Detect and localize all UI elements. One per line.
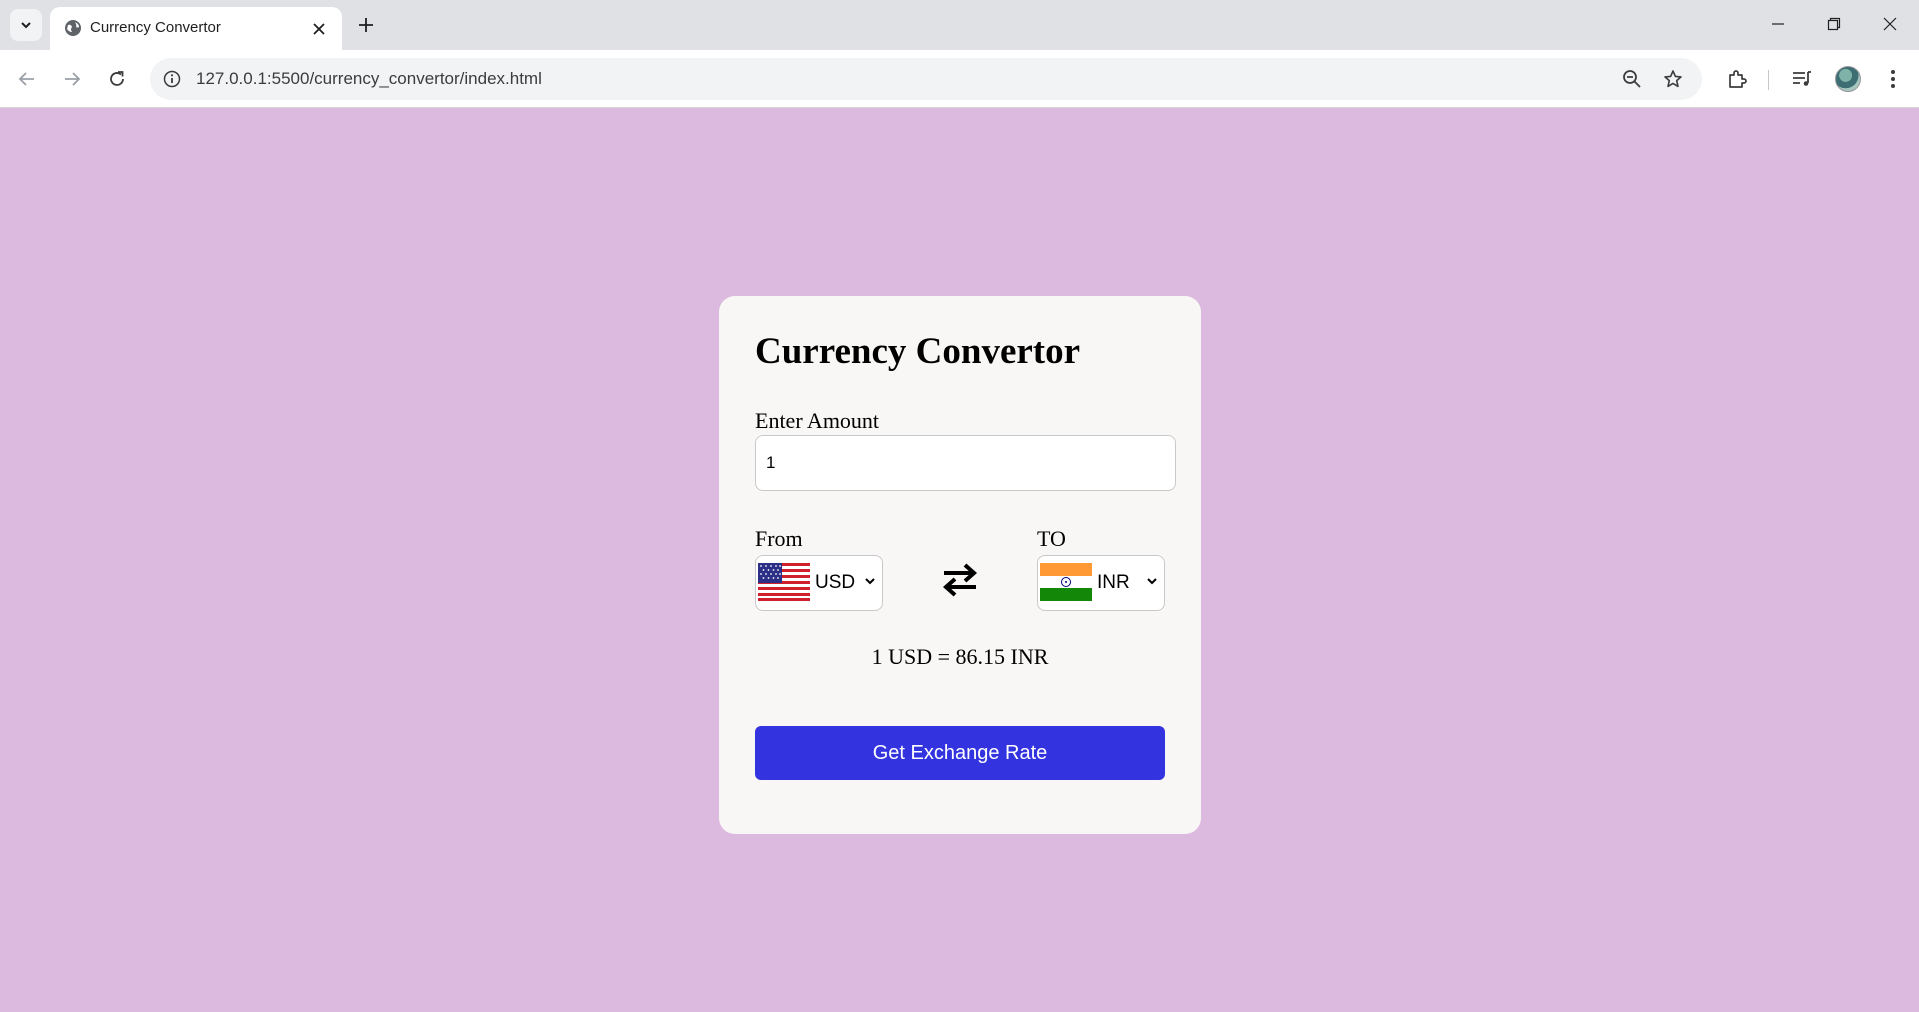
queue-music-icon <box>1793 71 1811 86</box>
media-controls-button[interactable] <box>1788 65 1816 93</box>
chevron-down-icon <box>865 578 875 585</box>
chevron-down-icon <box>1147 578 1157 585</box>
exchange-rate-text: 1 USD = 86.15 INR <box>871 644 1049 669</box>
chevron-down-icon <box>21 22 31 29</box>
bookmark-button[interactable] <box>1661 67 1685 91</box>
to-currency-value: INR <box>1097 572 1130 593</box>
reload-button[interactable] <box>100 62 134 96</box>
from-label: From <box>755 526 803 551</box>
india-flag-icon <box>1040 563 1092 601</box>
arrow-left-icon <box>18 72 34 86</box>
extensions-button[interactable] <box>1723 65 1751 93</box>
info-icon <box>163 70 181 88</box>
more-vertical-icon <box>1891 70 1895 88</box>
forward-button[interactable] <box>55 62 89 96</box>
amount-input[interactable] <box>755 435 1176 491</box>
close-icon <box>313 23 325 35</box>
avatar[interactable] <box>1835 66 1861 92</box>
zoom-button[interactable] <box>1620 67 1644 91</box>
restore-icon <box>1827 17 1841 31</box>
arrow-right-icon <box>65 72 81 86</box>
tab-title: Currency Convertor <box>90 19 221 36</box>
globe-icon <box>65 20 81 36</box>
amount-label: Enter Amount <box>755 408 880 433</box>
tab-search-button[interactable] <box>10 9 42 41</box>
close-icon <box>1883 17 1897 31</box>
to-currency-select[interactable]: INR <box>1037 555 1165 611</box>
swap-arrows-icon[interactable] <box>941 560 979 600</box>
tab-close-button[interactable] <box>308 18 330 40</box>
browser-menu-button[interactable] <box>1879 65 1907 93</box>
to-label: TO <box>1037 526 1066 551</box>
back-button[interactable] <box>10 62 44 96</box>
url-text: 127.0.0.1:5500/currency_convertor/index.… <box>196 69 542 88</box>
converter-card: Currency Convertor Enter Amount From USD <box>719 296 1201 834</box>
toolbar-divider <box>1768 70 1769 90</box>
minimize-button[interactable] <box>1750 4 1806 44</box>
puzzle-icon <box>1729 70 1747 88</box>
browser-toolbar: 127.0.0.1:5500/currency_convertor/index.… <box>0 50 1919 108</box>
close-window-button[interactable] <box>1862 4 1918 44</box>
browser-tab[interactable]: Currency Convertor <box>50 7 342 50</box>
reload-icon <box>110 71 124 86</box>
from-currency-select[interactable]: USD <box>755 555 883 611</box>
new-tab-button[interactable] <box>352 11 380 39</box>
star-icon <box>1664 70 1682 88</box>
site-info-button[interactable] <box>160 67 184 91</box>
plus-icon <box>359 18 373 32</box>
tab-strip: Currency Convertor <box>0 0 1919 50</box>
get-exchange-rate-button[interactable]: Get Exchange Rate <box>755 726 1165 780</box>
us-flag-icon <box>758 563 810 601</box>
minimize-icon <box>1772 23 1784 25</box>
restore-button[interactable] <box>1806 4 1862 44</box>
page-title: Currency Convertor <box>755 331 1081 372</box>
from-currency-value: USD <box>815 572 856 593</box>
zoom-out-icon <box>1623 70 1641 88</box>
address-bar[interactable]: 127.0.0.1:5500/currency_convertor/index.… <box>150 58 1702 100</box>
